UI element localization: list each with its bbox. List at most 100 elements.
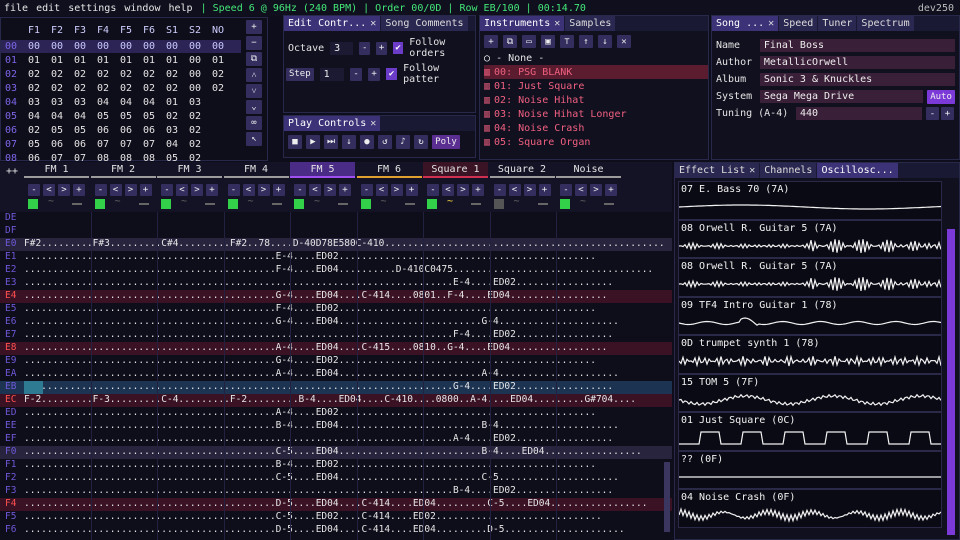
pattern-row[interactable]: ........................................…	[24, 524, 664, 536]
follow-orders-checkbox[interactable]: ✔	[393, 42, 404, 54]
close-icon[interactable]: ✕	[768, 18, 774, 29]
channel-control-button[interactable]: -	[94, 184, 107, 196]
tab-oscilloscope[interactable]: Oscillosc...	[817, 163, 898, 178]
add-icon[interactable]: +	[484, 35, 498, 48]
channel-control-button[interactable]: <	[508, 184, 521, 196]
play-from-start-icon[interactable]: ⏭	[324, 135, 338, 149]
menu-edit[interactable]: edit	[32, 3, 64, 14]
cursor-button[interactable]: ↖	[246, 132, 262, 146]
channel-control-button[interactable]: -	[294, 184, 306, 196]
pattern-row[interactable]: ........................................…	[24, 420, 664, 432]
channel-control-button[interactable]: +	[73, 184, 85, 196]
menu-window[interactable]: window	[120, 3, 164, 14]
instrument-item[interactable]: ▥ 03: Noise Hihat Longer	[484, 107, 708, 121]
channel-control-button[interactable]: -	[560, 184, 572, 196]
pattern-row[interactable]: ........................................…	[24, 329, 664, 341]
pattern-row[interactable]: ........................................…	[24, 264, 664, 276]
channel-control-button[interactable]: >	[58, 184, 70, 196]
octave-minus-button[interactable]: -	[359, 41, 371, 55]
channel-control-button[interactable]: -	[161, 184, 173, 196]
tab-tuner[interactable]: Tuner	[818, 16, 857, 31]
save-icon[interactable]: ▣	[541, 35, 555, 48]
pattern-row[interactable]: ........................................…	[24, 511, 664, 523]
up-icon[interactable]: ↑	[579, 35, 593, 48]
channel-header[interactable]: FM 5	[290, 162, 355, 178]
list-item[interactable]: ○ - None -	[484, 51, 708, 65]
channel-mute-toggle[interactable]	[427, 199, 437, 209]
channel-control-button[interactable]: >	[191, 184, 203, 196]
channel-control-button[interactable]: >	[590, 184, 602, 196]
tab-song-info[interactable]: Song ... ✕	[712, 16, 779, 31]
pattern-row[interactable]: ........................................…	[24, 472, 664, 484]
stop-icon[interactable]: ■	[288, 135, 302, 149]
channel-control-button[interactable]: +	[538, 184, 551, 196]
instrument-item[interactable]: ▥ 00: PSG BLANK	[484, 65, 708, 79]
step-button[interactable]: Step	[286, 67, 314, 81]
pattern-row[interactable]: F-2.........F-3.........C-4.........F-2.…	[24, 394, 664, 406]
channel-mute-toggle[interactable]	[227, 199, 238, 209]
channel-control-button[interactable]: +	[139, 184, 152, 196]
menu-help[interactable]: help	[164, 3, 196, 14]
remove-order-button[interactable]: −	[246, 36, 262, 50]
channel-control-button[interactable]: <	[176, 184, 188, 196]
follow-pattern-checkbox[interactable]: ✔	[386, 68, 398, 80]
pattern-row[interactable]: ........................................…	[24, 277, 664, 289]
tab-play-controls[interactable]: Play Controls ✕	[284, 116, 381, 131]
pattern-row[interactable]: ........................................…	[24, 381, 664, 393]
tab-instruments[interactable]: Instruments ✕	[480, 16, 565, 31]
metronome-icon[interactable]: ♪	[396, 135, 410, 149]
channel-header[interactable]: Square 1	[423, 162, 488, 178]
move-up-button[interactable]: ˄	[246, 68, 262, 82]
step-plus-button[interactable]: +	[368, 67, 381, 81]
tab-spectrum[interactable]: Spectrum	[857, 16, 914, 31]
channel-mute-toggle[interactable]	[161, 199, 171, 209]
down-icon[interactable]: ↓	[598, 35, 612, 48]
osc-scrollbar[interactable]	[947, 229, 955, 535]
tab-effect-list[interactable]: Effect List ✕	[675, 163, 760, 178]
poly-button[interactable]: Poly	[432, 135, 460, 149]
pattern-row[interactable]: ........................................…	[24, 498, 664, 510]
link-button[interactable]: ∞	[246, 116, 262, 130]
pattern-row[interactable]: ........................................…	[24, 303, 664, 315]
pattern-row[interactable]: ........................................…	[24, 316, 664, 328]
octave-plus-button[interactable]: +	[376, 41, 388, 55]
channel-header[interactable]: Square 2	[489, 162, 555, 178]
name-field[interactable]: Final Boss	[759, 39, 955, 52]
channel-control-button[interactable]: >	[523, 184, 536, 196]
step-row-icon[interactable]: ↓	[342, 135, 356, 149]
duplicate-order-button[interactable]: ⧉	[246, 52, 262, 66]
channel-control-button[interactable]: +	[405, 184, 418, 196]
channel-header[interactable]: FM 4	[223, 162, 289, 178]
menu-settings[interactable]: settings	[64, 3, 120, 14]
channel-control-button[interactable]: <	[309, 184, 321, 196]
channel-control-button[interactable]: -	[360, 184, 373, 196]
move-down-button[interactable]: ˅	[246, 84, 262, 98]
pattern-grid[interactable]: DE DF E0 F#2.........F#3.........C#4.......…	[0, 212, 672, 540]
auto-button[interactable]: Auto	[927, 89, 955, 104]
channel-control-button[interactable]: >	[124, 184, 137, 196]
channel-control-button[interactable]: +	[472, 184, 484, 196]
tab-song-comments[interactable]: Song Comments	[381, 16, 468, 31]
tuning-plus-button[interactable]: +	[941, 107, 954, 120]
expand-all-button[interactable]: ++	[6, 166, 18, 177]
channel-control-button[interactable]: >	[324, 184, 336, 196]
play-icon[interactable]: ▶	[306, 135, 320, 149]
channel-mute-toggle[interactable]	[294, 199, 304, 209]
channel-control-button[interactable]: -	[427, 184, 439, 196]
instrument-item[interactable]: ▥ 02: Noise Hihat	[484, 93, 708, 107]
pattern-row[interactable]: ........................................…	[24, 290, 664, 302]
tab-edit-controls[interactable]: Edit Contr... ✕	[284, 16, 381, 31]
delete-icon[interactable]: ✕	[617, 35, 631, 48]
tab-samples[interactable]: Samples	[565, 16, 616, 31]
channel-control-button[interactable]: <	[109, 184, 122, 196]
repeat-icon[interactable]: ↺	[378, 135, 392, 149]
close-icon[interactable]: ✕	[749, 165, 755, 176]
channel-mute-toggle[interactable]	[94, 199, 105, 209]
pattern-row[interactable]: ........................................…	[24, 342, 664, 354]
channel-control-button[interactable]: -	[493, 184, 506, 196]
pattern-row[interactable]: ........................................…	[24, 446, 664, 458]
duplicate-icon[interactable]: ⧉	[503, 35, 517, 48]
channel-header[interactable]: FM 6	[356, 162, 422, 178]
channel-control-button[interactable]: >	[390, 184, 403, 196]
pattern-row[interactable]: ........................................…	[24, 368, 664, 380]
